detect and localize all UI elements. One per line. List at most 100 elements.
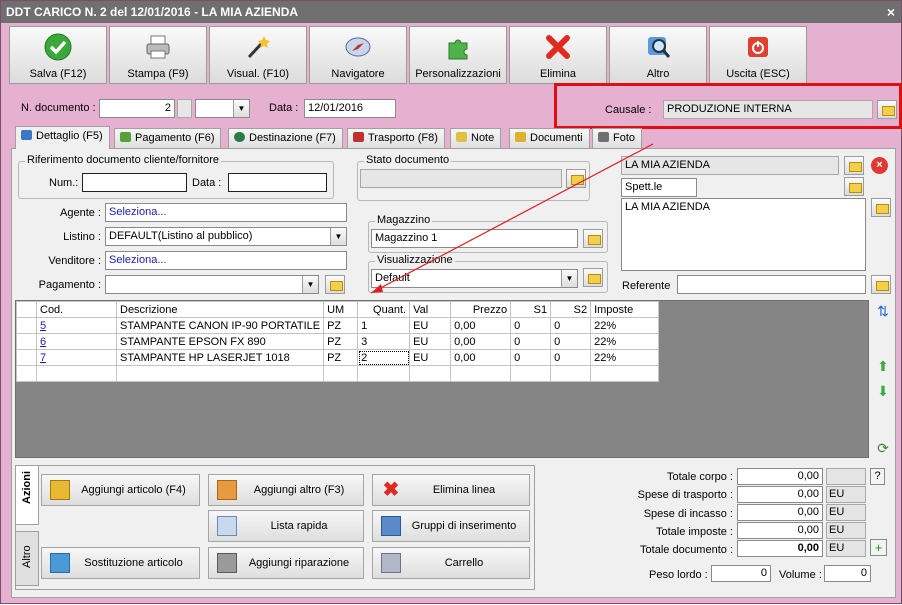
move-up-down-icon[interactable]: ⇅ — [873, 301, 893, 321]
side-tab-azioni[interactable]: Azioni — [15, 465, 39, 525]
payment-folder-icon[interactable] — [325, 275, 345, 294]
empty-cell[interactable] — [450, 365, 512, 382]
delete-button[interactable]: Elimina — [509, 26, 607, 84]
view-button[interactable]: Visual. (F10) — [209, 26, 307, 84]
add-article-button[interactable]: Aggiungi articolo (F4) — [41, 474, 200, 506]
side-tab-altro[interactable]: Altro — [15, 531, 39, 586]
warehouse-input[interactable]: Magazzino 1 — [371, 229, 578, 248]
row-indicator[interactable] — [16, 317, 37, 334]
table-row[interactable]: 6 STAMPANTE EPSON FX 890 PZ 3 EU 0,00 0 … — [16, 333, 660, 350]
row-indicator[interactable] — [16, 333, 37, 350]
ref-num-input[interactable] — [82, 173, 187, 192]
cell-currency[interactable]: EU — [409, 317, 452, 334]
save-button[interactable]: Salva (F12) — [9, 26, 107, 84]
navigator-button[interactable]: Navigatore — [309, 26, 407, 84]
tab-note[interactable]: Note — [450, 128, 502, 149]
doc-suffix-field[interactable] — [177, 99, 192, 118]
tab-dettaglio[interactable]: Dettaglio (F5) — [15, 126, 110, 149]
col-header[interactable]: Quant. — [357, 301, 411, 318]
empty-cell[interactable] — [409, 365, 452, 382]
cell-tax[interactable]: 22% — [590, 317, 660, 334]
cell-s1[interactable]: 0 — [510, 317, 552, 334]
table-row-empty[interactable] — [16, 365, 660, 382]
col-header[interactable]: Descrizione — [115, 301, 325, 318]
arrow-up-icon[interactable]: ⬆ — [873, 356, 893, 376]
cell-price[interactable]: 0,00 — [450, 349, 512, 366]
cell-code[interactable]: 6 — [36, 333, 117, 350]
gross-weight-input[interactable]: 0 — [711, 565, 771, 582]
article-grid[interactable]: Cod. Descrizione UM Quant. Val Prezzo S1… — [15, 300, 869, 458]
cell-price[interactable]: 0,00 — [450, 317, 512, 334]
referente-input[interactable] — [677, 275, 866, 294]
salutation-field[interactable]: Spett.le — [621, 178, 697, 197]
volume-input[interactable]: 0 — [824, 565, 871, 582]
cell-s1[interactable]: 0 — [510, 349, 552, 366]
empty-cell[interactable] — [510, 365, 552, 382]
refresh-icon[interactable]: ⟳ — [873, 438, 893, 458]
cell-currency[interactable]: EU — [409, 349, 452, 366]
view-mode-folder-icon[interactable] — [583, 268, 603, 287]
ref-date-input[interactable] — [228, 173, 327, 192]
price-list-select[interactable]: DEFAULT(Listino al pubblico) ▼ — [105, 227, 347, 246]
row-indicator[interactable] — [16, 349, 37, 366]
delete-line-button[interactable]: ✖ Elimina linea — [372, 474, 530, 506]
cell-unit[interactable]: PZ — [323, 333, 359, 350]
print-button[interactable]: Stampa (F9) — [109, 26, 207, 84]
tab-foto[interactable]: Foto — [592, 128, 643, 149]
cell-unit[interactable]: PZ — [323, 349, 359, 366]
cell-price[interactable]: 0,00 — [450, 333, 512, 350]
cell-unit[interactable]: PZ — [323, 317, 359, 334]
cell-quantity-focused[interactable]: 2 — [357, 349, 411, 366]
empty-cell[interactable] — [590, 365, 660, 382]
close-icon[interactable]: × — [887, 1, 895, 23]
cell-description[interactable]: STAMPANTE HP LASERJET 1018 — [115, 349, 325, 366]
agent-select[interactable]: Seleziona... — [105, 203, 347, 222]
cell-s2[interactable]: 0 — [550, 317, 592, 334]
col-header[interactable]: Imposte — [590, 301, 660, 318]
address-textarea[interactable]: LA MIA AZIENDA — [621, 198, 866, 271]
cell-tax[interactable]: 22% — [590, 333, 660, 350]
cell-currency[interactable]: EU — [409, 333, 452, 350]
col-header[interactable]: UM — [323, 301, 359, 318]
payment-select[interactable]: ▼ — [105, 275, 319, 294]
view-mode-select[interactable]: Default ▼ — [371, 269, 578, 288]
cell-s2[interactable]: 0 — [550, 333, 592, 350]
table-row[interactable]: 7 STAMPANTE HP LASERJET 1018 PZ 2 EU 0,0… — [16, 349, 660, 366]
referente-folder-icon[interactable] — [871, 275, 891, 294]
collection-cost-input[interactable]: 0,00 — [737, 504, 823, 521]
status-folder-icon[interactable] — [566, 169, 586, 188]
cell-code[interactable]: 7 — [36, 349, 117, 366]
chevron-down-icon[interactable]: ▼ — [302, 276, 318, 293]
doc-number-input[interactable]: 2 — [99, 99, 175, 118]
col-header[interactable]: S1 — [510, 301, 552, 318]
row-indicator[interactable] — [16, 365, 37, 382]
arrow-down-icon[interactable]: ⬇ — [873, 381, 893, 401]
col-header[interactable]: S2 — [550, 301, 592, 318]
other-button[interactable]: Altro — [609, 26, 707, 84]
cell-quantity[interactable]: 1 — [357, 317, 411, 334]
empty-cell[interactable] — [115, 365, 325, 382]
cell-description[interactable]: STAMPANTE EPSON FX 890 — [115, 333, 325, 350]
seller-select[interactable]: Seleziona... — [105, 251, 347, 270]
col-header[interactable]: Val — [409, 301, 452, 318]
company-name-field[interactable]: LA MIA AZIENDA — [621, 156, 839, 175]
col-header[interactable]: Prezzo — [450, 301, 512, 318]
cell-code[interactable]: 5 — [36, 317, 117, 334]
company-folder-icon[interactable] — [844, 156, 864, 175]
shipping-cost-input[interactable]: 0,00 — [737, 486, 823, 503]
date-input[interactable]: 12/01/2016 — [304, 99, 396, 118]
add-repair-button[interactable]: Aggiungi riparazione — [208, 547, 364, 579]
status-field[interactable] — [360, 169, 562, 188]
empty-cell[interactable] — [550, 365, 592, 382]
empty-cell[interactable] — [36, 365, 117, 382]
table-row[interactable]: 5 STAMPANTE CANON IP-90 PORTATILE PZ 1 E… — [16, 317, 660, 334]
cell-quantity[interactable]: 3 — [357, 333, 411, 350]
quick-list-button[interactable]: Lista rapida — [208, 510, 364, 542]
cell-s2[interactable]: 0 — [550, 349, 592, 366]
help-button[interactable]: ? — [870, 468, 885, 485]
cart-button[interactable]: Carrello — [372, 547, 530, 579]
zoom-in-icon[interactable]: + — [870, 539, 887, 556]
chevron-down-icon[interactable]: ▼ — [561, 270, 577, 287]
col-header[interactable]: Cod. — [36, 301, 117, 318]
chevron-down-icon[interactable]: ▼ — [233, 100, 249, 117]
